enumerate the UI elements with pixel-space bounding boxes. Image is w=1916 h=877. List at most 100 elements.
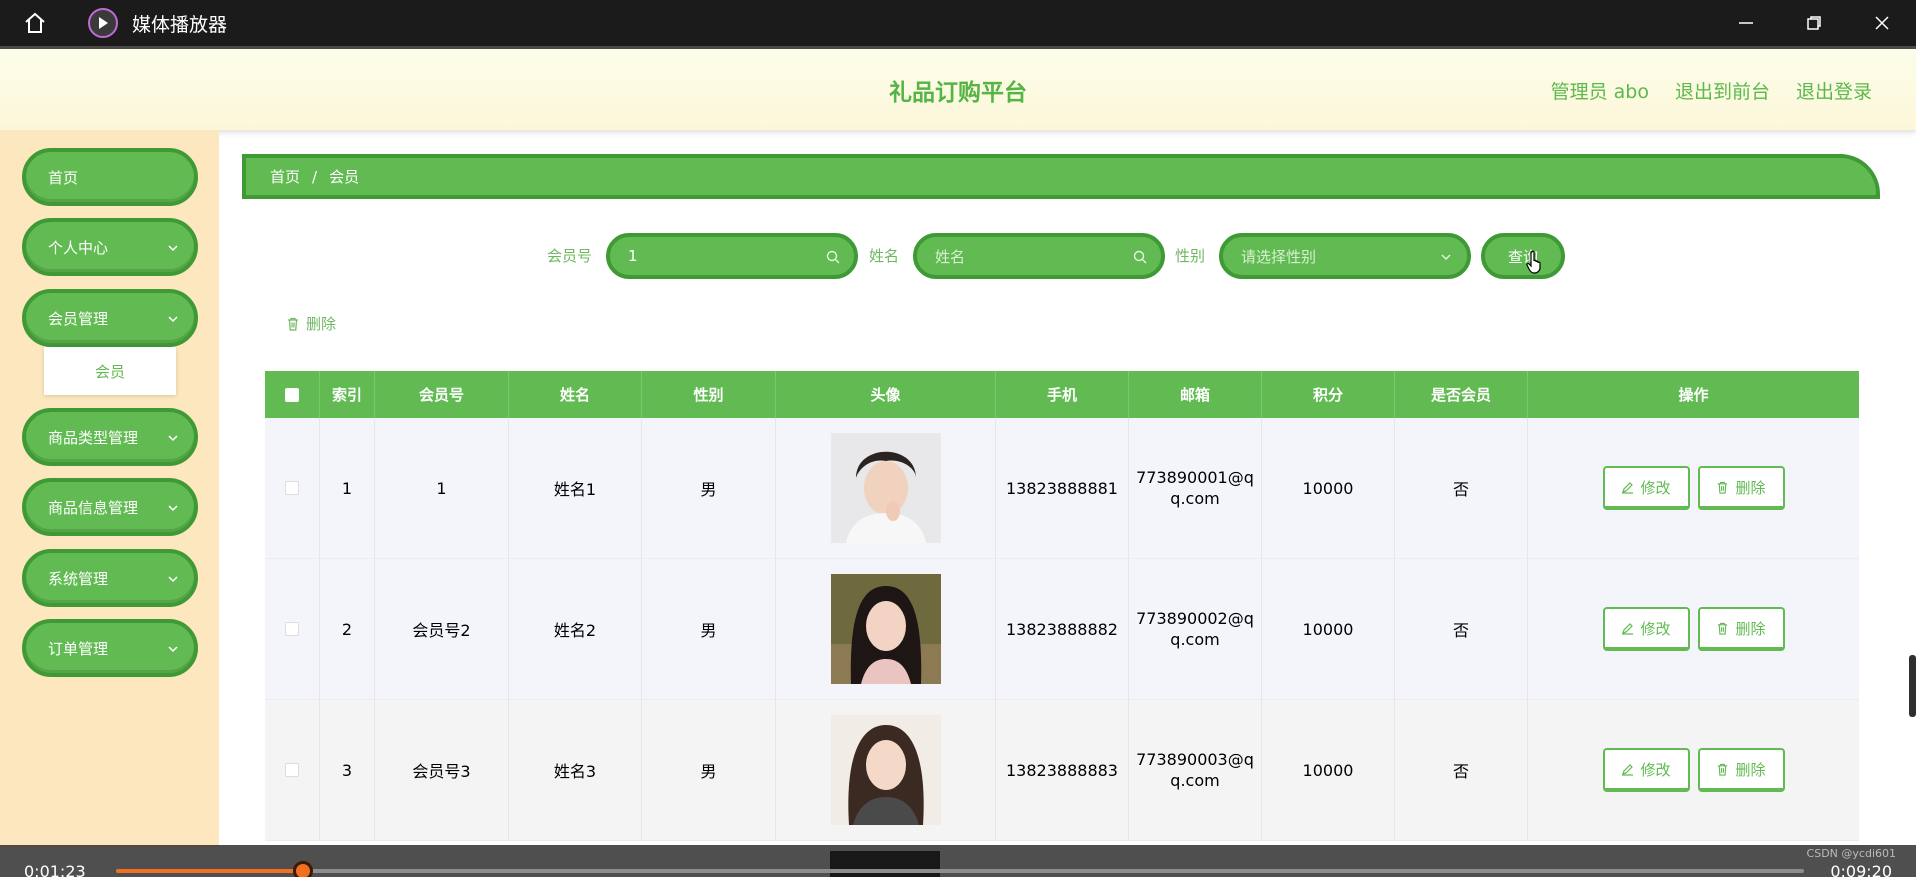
name-input[interactable]: 姓名 <box>913 233 1165 279</box>
col-points[interactable]: 积分 <box>1262 371 1395 418</box>
cell-avatar <box>776 418 996 558</box>
minimize-button[interactable] <box>1712 0 1780 46</box>
cell-phone: 13823888882 <box>996 559 1129 699</box>
sidebar-item-label: 系统管理 <box>48 569 109 588</box>
delete-label: 删除 <box>1735 619 1766 638</box>
chevron-down-icon <box>1441 254 1451 260</box>
edit-button[interactable]: 修改 <box>1602 748 1690 792</box>
member-no-input[interactable]: 1 <box>606 233 858 279</box>
bulk-delete-button[interactable]: 删除 <box>286 313 336 334</box>
trash-icon <box>1718 481 1728 494</box>
row-checkbox-cell <box>265 418 320 558</box>
trash-icon <box>1718 622 1728 635</box>
close-icon <box>1875 16 1889 30</box>
sidebar-item-personal[interactable]: 个人中心 <box>22 218 198 276</box>
cell-index: 3 <box>320 700 375 840</box>
seek-track[interactable] <box>116 869 1804 873</box>
close-button[interactable] <box>1848 0 1916 46</box>
query-button[interactable]: 查询 <box>1481 233 1565 279</box>
email-part: 773890003@q <box>1136 750 1254 769</box>
home-button[interactable] <box>0 0 70 46</box>
col-index[interactable]: 索引 <box>320 371 375 418</box>
scrollbar-thumb[interactable] <box>1909 655 1916 717</box>
row-checkbox[interactable] <box>285 481 299 495</box>
cell-is-vip: 否 <box>1395 418 1528 558</box>
email-part: q.com <box>1170 771 1220 790</box>
sidebar-item-members[interactable]: 会员管理 <box>22 289 198 347</box>
breadcrumb: 首页 / 会员 <box>242 154 1880 199</box>
sidebar-item-home[interactable]: 首页 <box>22 148 198 206</box>
delete-button[interactable]: 删除 <box>1697 748 1785 792</box>
member-no-value: 1 <box>628 247 638 265</box>
edit-label: 修改 <box>1640 478 1671 497</box>
cell-member-no: 会员号2 <box>375 559 509 699</box>
sidebar: 首页 个人中心 会员管理 商品类型管理 商品信息管理 系统管理 订单管理 <box>0 130 219 847</box>
sidebar-item-orders[interactable]: 订单管理 <box>22 619 198 677</box>
cell-points: 10000 <box>1262 559 1395 699</box>
col-name[interactable]: 姓名 <box>509 371 642 418</box>
sidebar-item-product-info[interactable]: 商品信息管理 <box>22 478 198 536</box>
sidebar-item-system[interactable]: 系统管理 <box>22 549 198 607</box>
col-is-vip[interactable]: 是否会员 <box>1395 371 1528 418</box>
gender-select[interactable]: 请选择性别 <box>1219 233 1471 279</box>
app-header: 礼品订购平台 管理员 abo 退出到前台 退出登录 <box>0 46 1916 130</box>
table-row: 3 会员号3 姓名3 男 13823888883 773890003@q q.co… <box>265 700 1859 841</box>
cell-email: 773890003@q q.com <box>1129 700 1262 840</box>
cell-index: 1 <box>320 418 375 558</box>
chevron-down-icon <box>168 505 178 512</box>
logout-link[interactable]: 退出登录 <box>1796 77 1872 104</box>
sidebar-item-product-types[interactable]: 商品类型管理 <box>22 408 198 466</box>
delete-button[interactable]: 删除 <box>1697 607 1785 651</box>
cell-email: 773890001@q q.com <box>1129 418 1262 558</box>
cell-points: 10000 <box>1262 700 1395 840</box>
media-player-logo-icon <box>88 8 118 38</box>
delete-button[interactable]: 删除 <box>1697 466 1785 510</box>
submenu-item-member[interactable]: 会员 <box>44 347 176 395</box>
cell-actions: 修改 删除 <box>1528 559 1859 699</box>
avatar[interactable] <box>830 433 941 543</box>
restore-button[interactable] <box>1780 0 1848 46</box>
breadcrumb-separator: / <box>312 167 318 186</box>
cell-name: 姓名1 <box>509 418 642 558</box>
row-checkbox[interactable] <box>285 622 299 636</box>
cell-member-no: 会员号3 <box>375 700 509 840</box>
seek-handle[interactable] <box>293 861 313 877</box>
admin-label[interactable]: 管理员 abo <box>1551 77 1649 104</box>
edit-label: 修改 <box>1640 619 1671 638</box>
cell-phone: 13823888883 <box>996 700 1129 840</box>
row-checkbox-cell <box>265 700 320 840</box>
search-icon <box>1133 250 1147 264</box>
sidebar-item-label: 商品信息管理 <box>48 498 139 517</box>
edit-button[interactable]: 修改 <box>1602 607 1690 651</box>
col-phone[interactable]: 手机 <box>996 371 1129 418</box>
breadcrumb-home[interactable]: 首页 <box>270 166 300 187</box>
sidebar-item-label: 商品类型管理 <box>48 428 139 447</box>
avatar[interactable] <box>830 574 941 684</box>
restore-icon <box>1807 16 1821 30</box>
select-all-checkbox[interactable] <box>285 387 299 402</box>
col-avatar[interactable]: 头像 <box>776 371 996 418</box>
cell-name: 姓名3 <box>509 700 642 840</box>
cell-email: 773890002@q q.com <box>1129 559 1262 699</box>
cell-avatar <box>776 700 996 840</box>
total-time: 0:09:20 <box>1830 862 1892 877</box>
col-gender[interactable]: 性别 <box>642 371 776 418</box>
gender-placeholder: 请选择性别 <box>1241 247 1317 266</box>
row-checkbox-cell <box>265 559 320 699</box>
email-part: q.com <box>1170 630 1220 649</box>
back-to-front-link[interactable]: 退出到前台 <box>1675 77 1770 104</box>
cell-member-no: 1 <box>375 418 509 558</box>
chevron-down-icon <box>168 576 178 583</box>
home-icon <box>25 12 45 33</box>
col-email[interactable]: 邮箱 <box>1129 371 1262 418</box>
avatar[interactable] <box>830 715 941 825</box>
col-member-no[interactable]: 会员号 <box>375 371 509 418</box>
cell-name: 姓名2 <box>509 559 642 699</box>
edit-icon <box>1622 622 1634 635</box>
breadcrumb-current: 会员 <box>329 168 360 186</box>
member-no-label: 会员号 <box>547 247 593 265</box>
row-checkbox[interactable] <box>285 763 299 777</box>
current-time: 0:01:23 <box>24 862 86 877</box>
edit-button[interactable]: 修改 <box>1602 466 1690 510</box>
name-placeholder: 姓名 <box>935 247 966 266</box>
